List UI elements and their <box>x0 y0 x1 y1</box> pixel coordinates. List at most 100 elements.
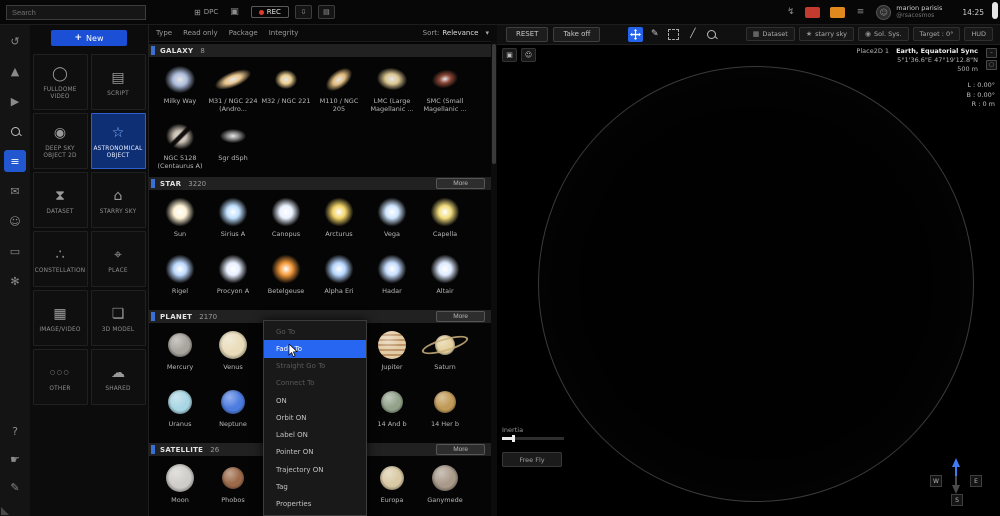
search-icon[interactable] <box>4 120 26 142</box>
menu-item-orbit-on[interactable]: Orbit ON <box>264 409 366 426</box>
brand-button[interactable] <box>829 6 845 18</box>
object-item[interactable]: Sun <box>154 193 206 250</box>
sidebar-item-shared[interactable]: ☁ SHARED <box>90 349 146 405</box>
object-item[interactable]: Alpha Eri <box>313 250 365 307</box>
menu-item-fade-to[interactable]: Fade To <box>264 340 366 358</box>
display-icon[interactable]: ▭ <box>4 240 26 262</box>
play-icon[interactable]: ▶ <box>4 90 26 112</box>
object-item[interactable]: Venus <box>207 326 259 383</box>
object-item[interactable]: NGC 5128 (Centaurus A) <box>154 117 206 174</box>
object-item[interactable]: M31 / NGC 224 (Andro... <box>207 60 259 117</box>
media-icon[interactable]: ▲ <box>4 60 26 82</box>
panel-layout-icon[interactable]: ▤ <box>317 5 335 19</box>
chip-target-0[interactable]: Target : 0° <box>912 27 961 41</box>
minimize-icon[interactable]: – <box>986 48 997 58</box>
observer-icon[interactable]: ☺ <box>521 48 536 62</box>
object-item[interactable]: Uranus <box>154 383 206 440</box>
sidebar-item-place[interactable]: ⌖ PLACE <box>90 231 146 287</box>
sidebar-item-image-video[interactable]: ▦ IMAGE/VIDEO <box>32 290 88 346</box>
avatar[interactable]: ☺ <box>876 4 892 20</box>
chip-dataset[interactable]: ▦ Dataset <box>745 27 795 41</box>
new-button[interactable]: + New <box>51 30 127 46</box>
menu-item-pointer-on[interactable]: Pointer ON <box>264 444 366 461</box>
filter-integrity[interactable]: Integrity <box>269 29 299 37</box>
more-button[interactable]: More <box>436 311 485 322</box>
zoom-tool-icon[interactable] <box>704 27 719 42</box>
chip-starry-sky[interactable]: ★ starry sky <box>798 27 854 41</box>
camera-icon[interactable]: ▣ <box>502 48 517 62</box>
sidebar-item-fulldome-video[interactable]: ◯ FULLDOME VIDEO <box>32 54 88 110</box>
take-off-button[interactable]: Take off <box>553 26 601 42</box>
object-item[interactable]: Rigel <box>154 250 206 307</box>
select-tool-icon[interactable] <box>666 27 681 42</box>
search-input[interactable] <box>6 4 146 20</box>
compass-needle-icon[interactable] <box>951 458 961 494</box>
inertia-slider[interactable] <box>502 435 564 442</box>
object-item[interactable]: Jupiter <box>366 326 418 383</box>
help-icon[interactable]: ? <box>4 420 26 442</box>
object-item[interactable]: Phobos <box>207 459 259 516</box>
sidebar-item-3d-model[interactable]: ❏ 3D MODEL <box>90 290 146 346</box>
object-item[interactable]: Canopus <box>260 193 312 250</box>
object-item[interactable]: LMC (Large Magellanic ... <box>366 60 418 117</box>
object-item[interactable]: Betelgeuse <box>260 250 312 307</box>
history-icon[interactable]: ↺ <box>4 30 26 52</box>
settings-icon[interactable]: ≡ <box>857 7 865 17</box>
sidebar-item-script[interactable]: ▤ SCRIPT <box>90 54 146 110</box>
free-fly-button[interactable]: Free Fly <box>502 452 562 467</box>
sidebar-item-starry-sky[interactable]: ⌂ STARRY SKY <box>90 172 146 228</box>
object-item[interactable]: Mercury <box>154 326 206 383</box>
object-item[interactable]: Altair <box>419 250 471 307</box>
menu-item-tag[interactable]: Tag <box>264 478 366 495</box>
filter-read-only[interactable]: Read only <box>183 29 218 37</box>
inertia-slider-thumb[interactable] <box>512 435 515 442</box>
menu-item-label-on[interactable]: Label ON <box>264 427 366 444</box>
sort-control[interactable]: Sort: Relevance ▾ <box>423 29 489 37</box>
sidebar-item-deep-sky-object-2d[interactable]: ◉ DEEP SKY OBJECT 2D <box>32 113 88 169</box>
dpc-control[interactable]: ⊞ DPC <box>194 8 218 17</box>
object-item[interactable]: Moon <box>154 459 206 516</box>
more-button[interactable]: More <box>436 444 485 455</box>
rec-button[interactable]: REC <box>250 6 289 18</box>
comments-icon[interactable]: ✉ <box>4 180 26 202</box>
more-button[interactable]: More <box>436 178 485 189</box>
object-item[interactable]: 14 Her b <box>419 383 471 440</box>
move-tool-icon[interactable] <box>628 26 644 42</box>
object-item[interactable]: Procyon A <box>207 250 259 307</box>
measure-tool-icon[interactable]: ╱ <box>685 27 700 42</box>
sidebar-item-constellation[interactable]: ∴ CONSTELLATION <box>32 231 88 287</box>
resize-grip-icon[interactable] <box>1 507 9 515</box>
menu-item-on[interactable]: ON <box>264 392 366 409</box>
library-icon[interactable]: ≡ <box>4 150 26 172</box>
scrollbar-thumb[interactable] <box>992 2 998 19</box>
object-item[interactable]: Sirius A <box>207 193 259 250</box>
power-icon[interactable]: ↯ <box>787 7 795 17</box>
menu-item-properties[interactable]: Properties <box>264 496 366 513</box>
filter-package[interactable]: Package <box>229 29 258 37</box>
object-item[interactable]: Capella <box>419 193 471 250</box>
object-item[interactable]: 14 And b <box>366 383 418 440</box>
object-item[interactable]: Saturn <box>419 326 471 383</box>
object-item[interactable]: Hadar <box>366 250 418 307</box>
dome-view[interactable] <box>538 66 974 502</box>
stop-button[interactable] <box>804 6 820 18</box>
reset-button[interactable]: RESET <box>506 26 549 42</box>
filter-type[interactable]: Type <box>156 29 172 37</box>
compass-east[interactable]: E <box>970 475 982 487</box>
sidebar-item-dataset[interactable]: ⧗ DATASET <box>32 172 88 228</box>
edit-icon[interactable]: ✎ <box>4 476 26 498</box>
object-item[interactable]: Neptune <box>207 383 259 440</box>
menu-item-trajectory-on[interactable]: Trajectory ON <box>264 461 366 478</box>
hand-icon[interactable]: ☛ <box>4 448 26 470</box>
object-item[interactable]: M32 / NGC 221 <box>260 60 312 117</box>
chip-hud[interactable]: HUD <box>964 27 993 41</box>
download-icon[interactable]: ⇩ <box>294 5 312 19</box>
sidebar-item-astronomical-object[interactable]: ☆ ASTRONOMICAL OBJECT <box>90 113 146 169</box>
sidebar-item-other[interactable]: ○○○ OTHER <box>32 349 88 405</box>
compass-west[interactable]: W <box>930 475 942 487</box>
object-item[interactable]: Europa <box>366 459 418 516</box>
draw-tool-icon[interactable]: ✎ <box>647 27 662 42</box>
object-item[interactable]: Ganymede <box>419 459 471 516</box>
chip-sol-sys[interactable]: ◉ Sol. Sys. <box>857 27 909 41</box>
maximize-icon[interactable]: ▢ <box>986 60 997 70</box>
